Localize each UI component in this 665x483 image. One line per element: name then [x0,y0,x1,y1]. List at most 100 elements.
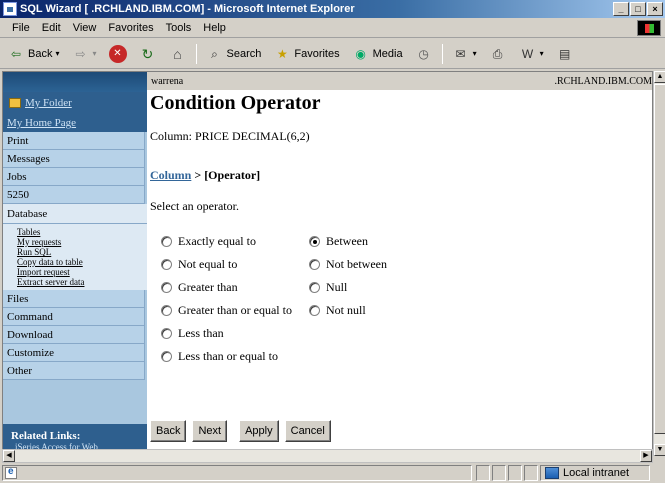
status-pane [492,465,506,481]
chevron-down-icon[interactable]: ▾ [473,49,477,58]
close-button[interactable]: × [647,2,663,16]
breadcrumb-column-link[interactable]: Column [150,168,191,182]
scroll-down-icon[interactable]: ▼ [654,444,665,456]
radio-not-null[interactable] [309,305,320,316]
maximize-button[interactable]: □ [630,2,646,16]
database-subnav: Tables My requests Run SQL Copy data to … [3,224,147,290]
nav-item-database[interactable]: Database [3,204,147,224]
mail-button[interactable]: ✉ ▾ [449,42,480,66]
scroll-up-icon[interactable]: ▲ [654,71,665,83]
edit-page-icon: W [521,46,534,61]
chevron-down-icon[interactable]: ▾ [92,49,96,58]
menu-edit[interactable]: Edit [36,22,67,34]
nav-item-print[interactable]: Print [3,132,145,150]
menu-favorites[interactable]: Favorites [102,22,159,34]
page-title: Condition Operator [150,92,321,114]
related-links-title: Related Links: [11,430,81,442]
scroll-right-icon[interactable]: ▶ [640,450,652,462]
radio-greater-than[interactable] [161,282,172,293]
subnav-import-request[interactable]: Import request [17,267,147,277]
back-button[interactable]: ⇦ Back ▾ [4,42,62,66]
media-button[interactable]: ◉ Media [349,42,406,66]
nav-banner [3,72,147,92]
nav-item-messages[interactable]: Messages [3,150,145,168]
zone-label: Local intranet [563,467,630,479]
operator-options: Exactly equal to Not equal to Greater th… [147,234,652,374]
option-greater-than[interactable]: Greater than [161,280,238,295]
stop-button[interactable]: ✕ [106,42,130,66]
radio-not-equal[interactable] [161,259,172,270]
history-button[interactable]: ◷ [412,42,436,66]
option-not-equal[interactable]: Not equal to [161,257,237,272]
option-exactly-equal[interactable]: Exactly equal to [161,234,256,249]
refresh-button[interactable]: ↻ [136,42,160,66]
apply-button[interactable]: Apply [239,420,279,442]
menu-help[interactable]: Help [197,22,232,34]
radio-less-than[interactable] [161,328,172,339]
subnav-my-requests[interactable]: My requests [17,237,147,247]
search-label: Search [226,47,262,60]
wizard-buttons: Back Next Apply Cancel [150,420,331,442]
intranet-zone-icon [545,467,559,479]
forward-arrow-icon: ⇨ [75,46,86,61]
option-not-between[interactable]: Not between [309,257,387,272]
search-button[interactable]: ⌕ Search [203,42,265,66]
menu-view[interactable]: View [67,22,103,34]
subnav-copy-data[interactable]: Copy data to table [17,257,147,267]
favorites-button[interactable]: ★ Favorites [270,42,342,66]
edit-button[interactable]: W ▾ [516,42,547,66]
print-button[interactable]: ⎙ [486,42,510,66]
back-wizard-button[interactable]: Back [150,420,187,442]
security-zone: Local intranet [540,465,650,481]
menu-file[interactable]: File [6,22,36,34]
my-folder-link[interactable]: My Folder [25,97,72,109]
horizontal-scrollbar[interactable]: ◀ ▶ [2,449,653,463]
option-between[interactable]: Between [309,234,368,249]
nav-item-download[interactable]: Download [3,326,145,344]
subnav-run-sql[interactable]: Run SQL [17,247,147,257]
option-greater-or-equal[interactable]: Greater than or equal to [161,303,292,318]
subnav-tables[interactable]: Tables [17,227,147,237]
system-name: .RCHLAND.IBM.COM [554,75,652,87]
toolbar-separator [441,43,443,64]
nav-item-command[interactable]: Command [3,308,145,326]
radio-between[interactable] [309,236,320,247]
discuss-button[interactable]: ▤ [553,42,577,66]
nav-item-files[interactable]: Files [3,290,145,308]
option-not-null[interactable]: Not null [309,303,366,318]
page-status-icon [5,466,17,479]
nav-my-folder[interactable]: My Folder [3,92,147,114]
ie-app-icon [3,2,17,16]
nav-item-customize[interactable]: Customize [3,344,145,362]
subnav-extract-server-data[interactable]: Extract server data [17,277,147,287]
radio-not-between[interactable] [309,259,320,270]
toolbar-separator [195,43,197,64]
chevron-down-icon[interactable]: ▾ [540,49,544,58]
menu-tools[interactable]: Tools [160,22,198,34]
home-button[interactable]: ⌂ [166,42,190,66]
option-null[interactable]: Null [309,280,347,295]
nav-my-home-page[interactable]: My Home Page [3,114,147,132]
scroll-thumb[interactable] [654,84,665,434]
nav-item-5250[interactable]: 5250 [3,186,145,204]
scroll-left-icon[interactable]: ◀ [3,450,15,462]
nav-item-jobs[interactable]: Jobs [3,168,145,186]
radio-greater-or-equal[interactable] [161,305,172,316]
radio-null[interactable] [309,282,320,293]
chevron-down-icon[interactable]: ▾ [55,49,59,58]
window-titlebar: SQL Wizard [ .RCHLAND.IBM.COM] - Microso… [0,0,665,18]
minimize-button[interactable]: _ [613,2,629,16]
browser-viewport: My Folder My Home Page Print Messages Jo… [2,71,653,456]
nav-item-other[interactable]: Other [3,362,145,380]
discuss-icon: ▤ [558,46,571,61]
option-label: Less than [178,326,224,340]
vertical-scrollbar[interactable]: ▲ ▼ [653,71,665,456]
option-less-than[interactable]: Less than [161,326,224,341]
folder-icon [9,98,21,108]
option-less-or-equal[interactable]: Less than or equal to [161,349,278,364]
next-button[interactable]: Next [192,420,228,442]
forward-button[interactable]: ⇨ ▾ [68,42,99,66]
radio-exactly-equal[interactable] [161,236,172,247]
radio-less-or-equal[interactable] [161,351,172,362]
cancel-button[interactable]: Cancel [284,420,331,442]
